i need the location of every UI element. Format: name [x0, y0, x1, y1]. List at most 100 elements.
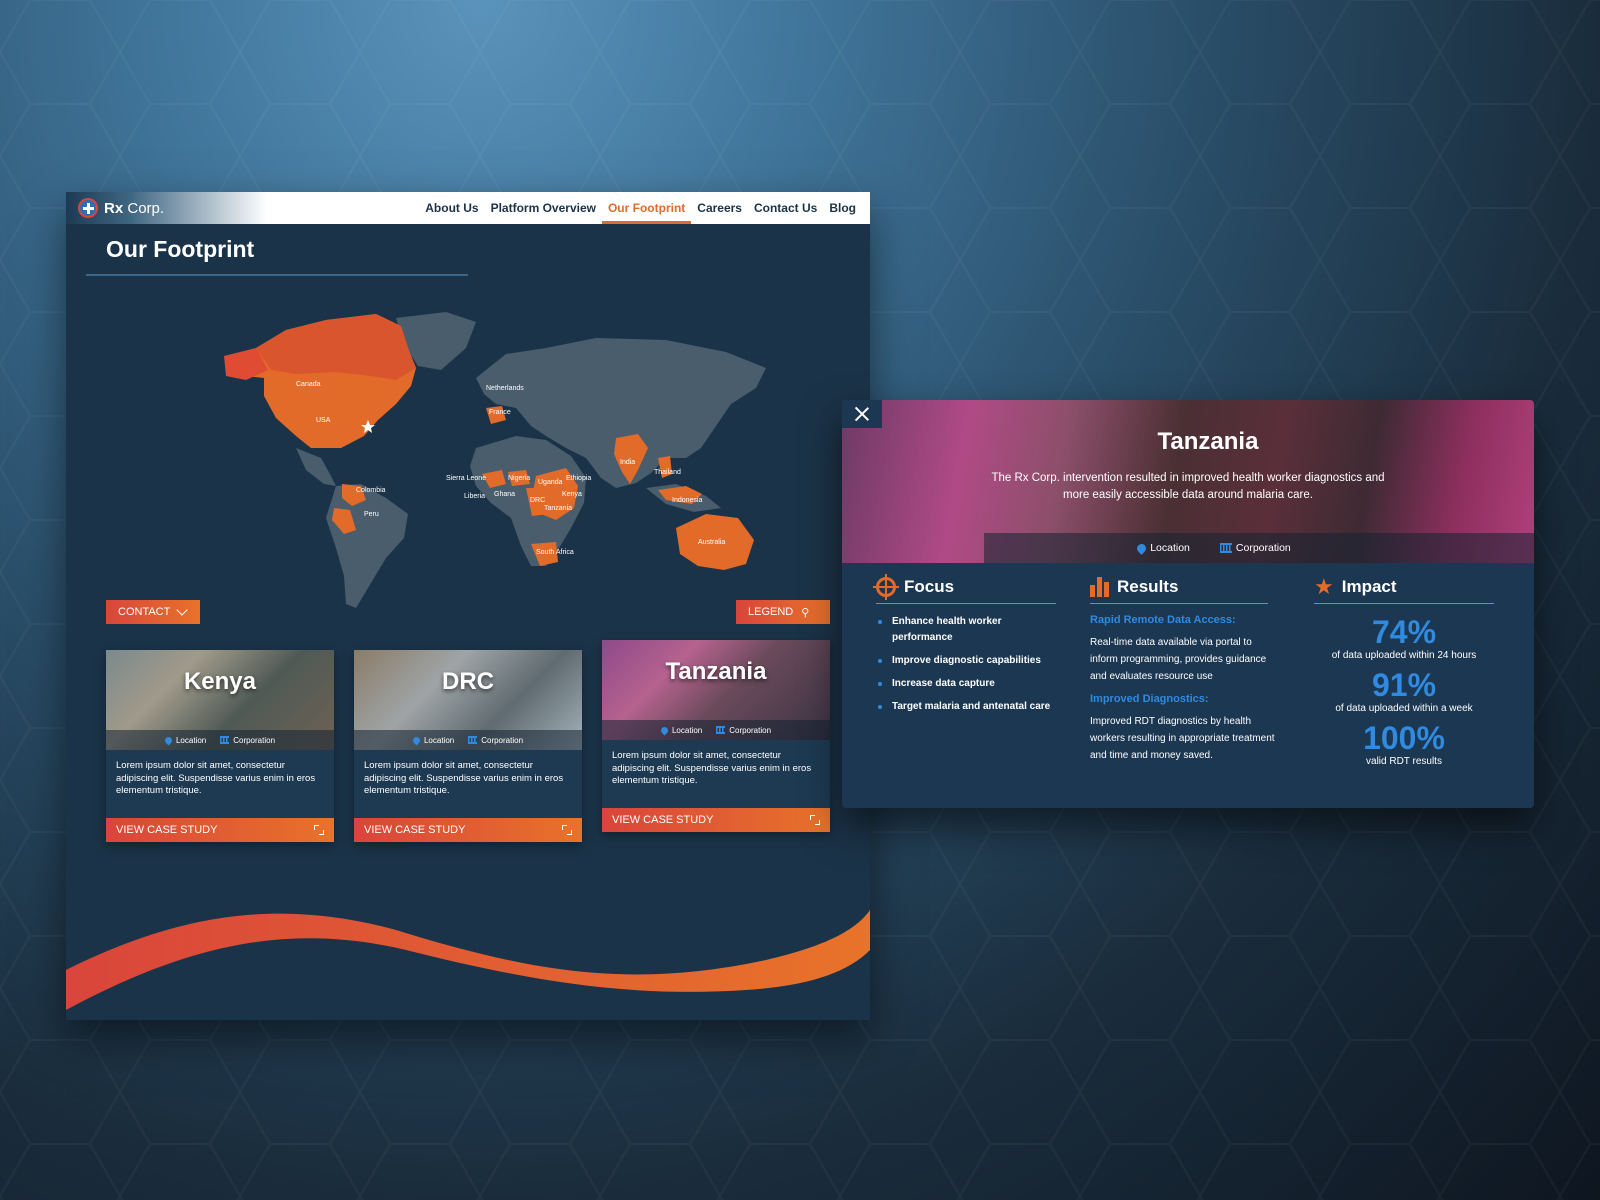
expand-icon	[810, 815, 820, 825]
case-card-drc: DRC Location Corporation Lorem ipsum dol…	[354, 650, 582, 842]
map-label-ethiopia: Ethiopia	[566, 475, 591, 482]
impact-stat: 100% valid RDT results	[1363, 720, 1445, 767]
decorative-wave	[66, 910, 870, 1010]
view-case-study-button[interactable]: VIEW CASE STUDY	[106, 818, 334, 842]
map-label-south-africa: South Africa	[536, 549, 574, 556]
south-america-shape	[326, 484, 408, 608]
page-title: Our Footprint	[106, 236, 255, 262]
main-nav: About Us Platform Overview Our Footprint…	[419, 192, 862, 224]
location-pin-icon	[659, 725, 670, 735]
world-map[interactable]: Canada USA Netherlands France Colombia P…	[146, 308, 786, 618]
card-photo: Tanzania Location Corporation	[602, 640, 830, 740]
cross-logo-icon	[78, 198, 98, 218]
chevron-down-icon	[176, 604, 189, 616]
card-title: DRC	[442, 668, 494, 695]
card-description: Lorem ipsum dolor sit amet, consectetur …	[612, 750, 812, 786]
map-label-drc: DRC	[530, 497, 545, 504]
map-label-sierra-leone: Sierra Leone	[446, 475, 486, 482]
modal-subtitle: The Rx Corp. intervention resulted in im…	[991, 472, 1385, 501]
list-item: Target malaria and antenatal care	[876, 699, 1056, 715]
star-icon: ★	[1314, 574, 1334, 599]
list-item: Increase data capture	[876, 676, 1056, 692]
nav-about-us[interactable]: About Us	[419, 192, 484, 224]
corporation-icon	[220, 736, 230, 744]
map-label-australia: Australia	[698, 539, 725, 546]
card-title: Tanzania	[665, 658, 767, 685]
location-pin-icon	[163, 735, 174, 745]
impact-heading: ★ Impact	[1314, 574, 1494, 604]
list-item: Improve diagnostic capabilities	[876, 653, 1056, 669]
title-divider	[86, 274, 468, 276]
focus-heading: Focus	[873, 574, 1056, 604]
map-label-colombia: Colombia	[356, 487, 386, 494]
impact-column: ★ Impact 74% of data uploaded within 24 …	[1314, 574, 1494, 773]
top-navbar: Rx Corp. About Us Platform Overview Our …	[66, 192, 870, 224]
results-heading: Results	[1090, 577, 1268, 604]
nav-platform-overview[interactable]: Platform Overview	[485, 192, 602, 224]
focus-column: Focus Enhance health worker performance …	[873, 574, 1056, 773]
map-label-tanzania: Tanzania	[544, 505, 572, 512]
canada-highlight[interactable]	[256, 314, 416, 380]
modal-meta: Location Corporation	[984, 533, 1534, 563]
modal-title: Tanzania	[1157, 428, 1259, 455]
map-label-thailand: Thailand	[654, 469, 681, 476]
map-label-netherlands: Netherlands	[486, 385, 524, 392]
target-icon	[873, 574, 899, 600]
map-label-uganda: Uganda	[538, 479, 563, 486]
map-pin-icon: ⚲	[801, 606, 810, 619]
brand-logo[interactable]: Rx Corp.	[78, 198, 164, 218]
map-label-france: France	[489, 409, 511, 416]
bar-chart-icon	[1090, 577, 1109, 597]
card-photo: Kenya Location Corporation	[106, 650, 334, 750]
case-card-tanzania: Tanzania Location Corporation Lorem ipsu…	[602, 640, 830, 832]
nav-careers[interactable]: Careers	[691, 192, 748, 224]
card-meta: Location Corporation	[602, 720, 830, 740]
card-title: Kenya	[183, 668, 257, 695]
expand-icon	[314, 825, 324, 835]
card-meta: Location Corporation	[106, 730, 334, 750]
corporation-icon	[468, 736, 478, 744]
result-title: Improved Diagnostics:	[1090, 693, 1209, 705]
site-window: Rx Corp. About Us Platform Overview Our …	[66, 192, 870, 1020]
central-america-shape	[296, 448, 336, 486]
card-meta: Location Corporation	[354, 730, 582, 750]
map-label-canada: Canada	[296, 381, 321, 388]
expand-icon	[562, 825, 572, 835]
results-column: Results Rapid Remote Data Access: Real-t…	[1090, 577, 1280, 773]
nav-contact-us[interactable]: Contact Us	[748, 192, 823, 224]
legend-button[interactable]: LEGEND ⚲	[736, 600, 830, 624]
brand-name: Rx Corp.	[104, 199, 165, 217]
nav-blog[interactable]: Blog	[823, 192, 862, 224]
map-label-india: India	[620, 459, 635, 466]
location-pin-icon	[1135, 541, 1149, 555]
modal-columns: Focus Enhance health worker performance …	[842, 563, 1534, 773]
case-study-modal: Tanzania The Rx Corp. intervention resul…	[842, 400, 1534, 808]
view-case-study-button[interactable]: VIEW CASE STUDY	[354, 818, 582, 842]
result-text: Real-time data available via portal to i…	[1090, 637, 1267, 682]
map-label-usa: USA	[316, 417, 331, 424]
map-label-ghana: Ghana	[494, 491, 515, 498]
modal-hero: Tanzania The Rx Corp. intervention resul…	[842, 400, 1534, 563]
close-button[interactable]	[842, 400, 882, 428]
impact-stat: 74% of data uploaded within 24 hours	[1331, 614, 1477, 661]
result-text: Improved RDT diagnostics by health worke…	[1090, 716, 1275, 761]
contact-button[interactable]: CONTACT	[106, 600, 200, 624]
close-icon	[854, 406, 870, 422]
location-pin-icon	[411, 735, 422, 745]
result-title: Rapid Remote Data Access:	[1090, 614, 1236, 626]
map-label-kenya: Kenya	[562, 491, 582, 498]
focus-list: Enhance health worker performance Improv…	[876, 614, 1056, 715]
map-label-peru: Peru	[364, 511, 379, 518]
view-case-study-button[interactable]: VIEW CASE STUDY	[602, 808, 830, 832]
card-description: Lorem ipsum dolor sit amet, consectetur …	[116, 760, 316, 796]
case-card-kenya: Kenya Location Corporation Lorem ipsum d…	[106, 650, 334, 842]
map-label-nigeria: Nigeria	[508, 475, 530, 482]
map-label-liberia: Liberia	[464, 493, 485, 500]
corporation-icon	[716, 726, 726, 734]
card-description: Lorem ipsum dolor sit amet, consectetur …	[364, 760, 564, 796]
map-label-indonesia: Indonesia	[672, 497, 702, 504]
impact-stat: 91% of data uploaded within a week	[1335, 667, 1473, 714]
list-item: Enhance health worker performance	[876, 614, 1056, 646]
corporation-icon	[1219, 543, 1232, 553]
nav-our-footprint[interactable]: Our Footprint	[601, 192, 692, 224]
